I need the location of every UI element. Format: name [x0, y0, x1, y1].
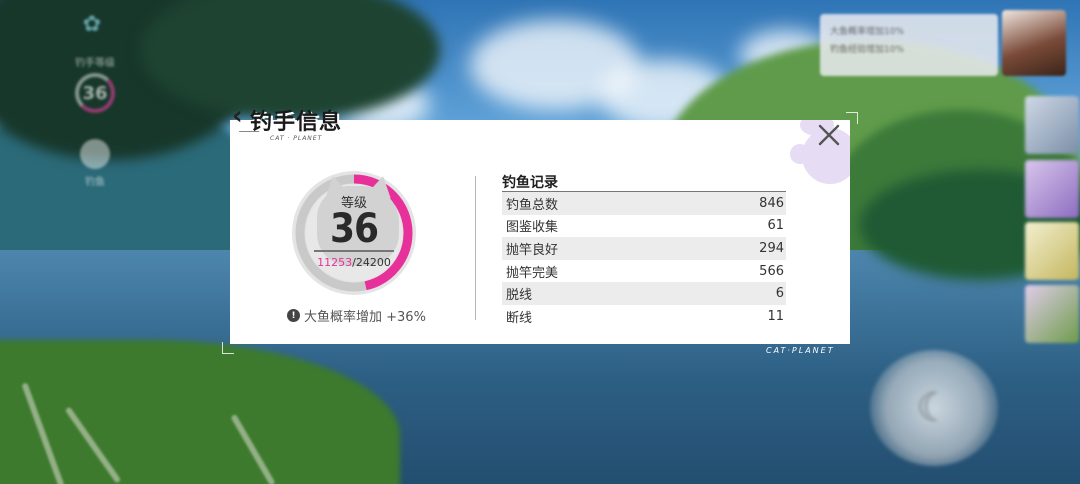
fishing-records: 钓鱼记录 钓鱼总数 846 图鉴收集 61 抛竿良好 294 抛竿完美 566 脱线 6 …: [502, 172, 786, 328]
record-value: 11: [767, 308, 784, 324]
cat-logo-icon: ☾: [916, 385, 952, 431]
record-value: 6: [775, 286, 784, 302]
buff-message: 大鱼概率增加10%: [830, 27, 905, 37]
game-logo-icon: ✿: [82, 12, 102, 37]
record-label: 图鉴收集: [506, 220, 559, 236]
exp-current: 11253: [317, 256, 353, 269]
records-title: 钓鱼记录: [502, 172, 786, 192]
bonus-row: ! 大鱼概率增加 +36%: [287, 306, 427, 325]
brand-tag: CAT·PLANET: [766, 346, 835, 355]
level-value: 36: [329, 206, 379, 252]
info-icon: !: [287, 309, 300, 322]
fishing-button[interactable]: [80, 139, 110, 169]
bonus-text: 大鱼概率增加 +36%: [304, 310, 426, 325]
record-label: 抛竿良好: [506, 242, 559, 258]
item-slot-rod[interactable]: [1025, 96, 1079, 154]
cast-button[interactable]: ☾: [870, 350, 998, 466]
record-label: 钓鱼总数: [506, 197, 559, 213]
records-list: 钓鱼总数 846 图鉴收集 61 抛竿良好 294 抛竿完美 566 脱线 6 断线 11: [502, 192, 786, 328]
exp-readout: 11253/24200: [287, 256, 421, 269]
level-ring: 等级 36 11253/24200: [287, 166, 421, 300]
title-underline: [238, 128, 262, 132]
item-slot-cat[interactable]: [1025, 160, 1079, 218]
record-value: 566: [759, 263, 784, 279]
item-slot-frog[interactable]: [1025, 285, 1079, 343]
buff-message: 钓鱼经验增加10%: [830, 45, 905, 55]
record-row: 图鉴收集 61: [502, 215, 786, 238]
panel-title: 钓手信息: [250, 110, 343, 135]
record-row: 抛竿良好 294: [502, 237, 786, 260]
record-value: 294: [759, 240, 784, 256]
exp-max: 24200: [355, 256, 391, 269]
record-row: 脱线 6: [502, 282, 786, 305]
record-label: 断线: [506, 310, 533, 326]
record-value: 846: [759, 195, 784, 211]
fishing-button-label: 钓鱼: [85, 177, 105, 188]
back-arrow-icon[interactable]: ‹: [232, 103, 248, 129]
record-label: 抛竿完美: [506, 265, 559, 281]
hud-left: ✿ 钓手等级 36 钓鱼: [60, 12, 130, 188]
record-label: 脱线: [506, 288, 533, 304]
panel-divider: [475, 176, 476, 320]
panel-subtitle: CAT · PLANET: [270, 135, 323, 142]
close-button[interactable]: [816, 122, 842, 148]
item-slot-bait[interactable]: [1025, 222, 1079, 280]
record-value: 61: [767, 218, 784, 234]
record-row: 钓鱼总数 846: [502, 192, 786, 215]
record-row: 断线 11: [502, 305, 786, 328]
buff-message-box: 大鱼概率增加10% 钓鱼经验增加10%: [820, 14, 998, 76]
level-divider: [314, 250, 394, 252]
close-icon: [818, 124, 840, 146]
hud-level-label: 钓手等级: [75, 58, 115, 69]
hud-level-ring[interactable]: 36: [75, 73, 115, 113]
record-row: 抛竿完美 566: [502, 260, 786, 283]
character-portrait[interactable]: [1002, 10, 1066, 76]
